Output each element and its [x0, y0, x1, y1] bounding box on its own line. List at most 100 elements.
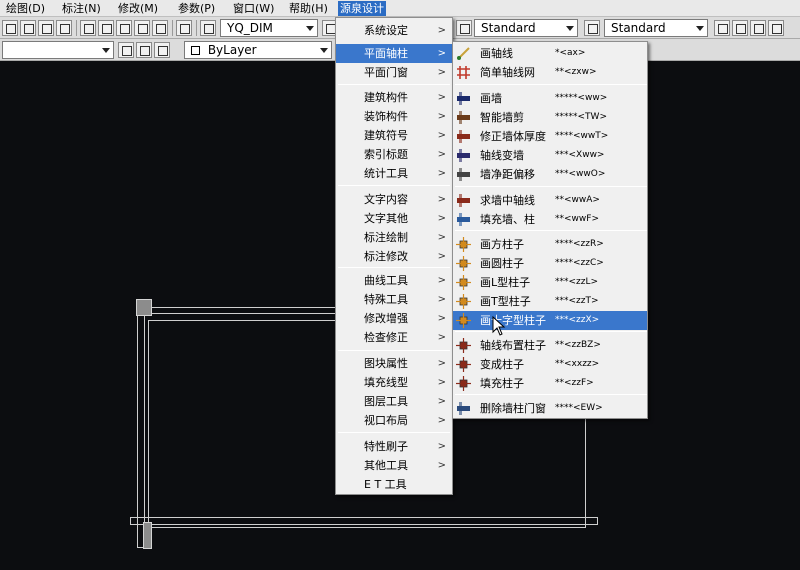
- sheet-set-icon[interactable]: [134, 20, 150, 36]
- submenu-item-shortcut: **<zzBZ>: [555, 340, 601, 350]
- chevron-right-icon: >: [437, 194, 446, 205]
- menu-item-label: 其他工具: [364, 459, 408, 472]
- menu-separator: [455, 331, 647, 332]
- menu-item[interactable]: 图块属性 >: [336, 354, 452, 373]
- zoom-icon[interactable]: [2, 20, 18, 36]
- submenu-item-label: 画方柱子: [480, 238, 524, 251]
- submenu-item[interactable]: 画圆柱子 ****<zzC>: [453, 254, 647, 273]
- submenu-item[interactable]: 画墙 *****<ww>: [453, 89, 647, 108]
- menu-separator: [338, 267, 450, 268]
- menu-item[interactable]: 图层工具 >: [336, 392, 452, 411]
- submenu-item[interactable]: 轴线布置柱子 **<zzBZ>: [453, 336, 647, 355]
- dim-style-icon[interactable]: [200, 20, 216, 36]
- submenu-item[interactable]: 填充柱子 **<zzF>: [453, 374, 647, 393]
- layer-select[interactable]: [2, 41, 114, 59]
- menu-item[interactable]: 系统设定 >: [336, 21, 452, 40]
- layer-states-icon[interactable]: [136, 42, 152, 58]
- menu-item[interactable]: 其他工具 >: [336, 456, 452, 475]
- submenu-item[interactable]: 画L型柱子 ***<zzL>: [453, 273, 647, 292]
- menu-dimension[interactable]: 标注(N): [60, 1, 103, 16]
- submenu-item-shortcut: ***<Xww>: [555, 150, 605, 160]
- text-style-icon[interactable]: [456, 20, 472, 36]
- menu-item[interactable]: 标注修改 >: [336, 247, 452, 266]
- calculator-icon[interactable]: [152, 20, 168, 36]
- menu-item[interactable]: 检查修正 >: [336, 328, 452, 347]
- submenu-item[interactable]: 墙净距偏移 ***<wwO>: [453, 165, 647, 184]
- submenu-item[interactable]: 修正墙体厚度 ****<wwT>: [453, 127, 647, 146]
- menu-window[interactable]: 窗口(W): [231, 1, 276, 16]
- submenu-item[interactable]: 删除墙柱门窗 ****<EW>: [453, 399, 647, 418]
- color-select[interactable]: ByLayer: [184, 41, 332, 59]
- layout-icon[interactable]: [768, 20, 784, 36]
- menu-parameter[interactable]: 参数(P): [176, 1, 217, 16]
- menu-item[interactable]: 填充线型 >: [336, 373, 452, 392]
- menu-separator: [338, 350, 450, 351]
- menu-item[interactable]: 文字其他 >: [336, 209, 452, 228]
- viewport-icon[interactable]: [714, 20, 730, 36]
- l-column-icon: [456, 275, 471, 290]
- chevron-down-icon: [320, 48, 328, 53]
- submenu-item-shortcut: ****<EW>: [555, 403, 603, 413]
- table-style-icon[interactable]: [584, 20, 600, 36]
- submenu-item[interactable]: 填充墙、柱 **<wwF>: [453, 210, 647, 229]
- submenu-item-shortcut: ****<zzC>: [555, 258, 604, 268]
- menu-item[interactable]: 特殊工具 >: [336, 290, 452, 309]
- menu-item[interactable]: 建筑符号 >: [336, 126, 452, 145]
- text-style-select[interactable]: Standard: [474, 19, 578, 37]
- menu-item[interactable]: 视口布局 >: [336, 411, 452, 430]
- menu-separator: [338, 432, 450, 433]
- submenu-item-label: 画轴线: [480, 47, 513, 60]
- column-top-left: [136, 299, 152, 316]
- menu-item-label: 填充线型: [364, 376, 408, 389]
- submenu-item[interactable]: 简单轴线网 **<zxw>: [453, 63, 647, 82]
- layer-match-icon[interactable]: [154, 42, 170, 58]
- menu-item-label: 系统设定: [364, 24, 408, 37]
- menu-yuanquan-design[interactable]: 源泉设计: [338, 1, 386, 16]
- menu-item[interactable]: E T 工具: [336, 475, 452, 494]
- help-icon[interactable]: [176, 20, 192, 36]
- menu-item-label: 标注修改: [364, 250, 408, 263]
- viewport-scale-icon[interactable]: [750, 20, 766, 36]
- menu-item-label: 平面轴柱: [364, 47, 408, 60]
- submenu-item-label: 简单轴线网: [480, 66, 535, 79]
- submenu-item[interactable]: 画T型柱子 ***<zzT>: [453, 292, 647, 311]
- submenu-item[interactable]: 智能墙剪 *****<TW>: [453, 108, 647, 127]
- menu-help[interactable]: 帮助(H): [287, 1, 330, 16]
- menu-item[interactable]: 修改增强 >: [336, 309, 452, 328]
- menu-draw[interactable]: 绘图(D): [4, 1, 47, 16]
- menu-item[interactable]: 标注绘制 >: [336, 228, 452, 247]
- menu-item[interactable]: 文字内容 >: [336, 190, 452, 209]
- submenu-item[interactable]: 画方柱子 ****<zzR>: [453, 235, 647, 254]
- submenu-item[interactable]: 轴线变墙 ***<Xww>: [453, 146, 647, 165]
- axis-to-wall-icon: [456, 148, 471, 163]
- menu-item-label: 建筑符号: [364, 129, 408, 142]
- menu-separator: [455, 84, 647, 85]
- menu-item[interactable]: 曲线工具 >: [336, 271, 452, 290]
- menu-item[interactable]: 特性刷子 >: [336, 437, 452, 456]
- zoom-window-icon[interactable]: [38, 20, 54, 36]
- table-style-select[interactable]: Standard: [604, 19, 708, 37]
- submenu-item[interactable]: 画十字型柱子 ***<zzX>: [453, 311, 647, 330]
- menu-item[interactable]: 建筑构件 >: [336, 88, 452, 107]
- submenu-item[interactable]: 求墙中轴线 **<wwA>: [453, 191, 647, 210]
- menu-item[interactable]: 平面轴柱 >: [336, 44, 452, 63]
- submenu-item-shortcut: *****<ww>: [555, 93, 608, 103]
- tool-palettes-icon[interactable]: [116, 20, 132, 36]
- menu-item-label: 修改增强: [364, 312, 408, 325]
- submenu-item[interactable]: 变成柱子 **<xxzz>: [453, 355, 647, 374]
- menu-modify[interactable]: 修改(M): [116, 1, 160, 16]
- submenu-item[interactable]: 画轴线 *<ax>: [453, 44, 647, 63]
- menu-item[interactable]: 平面门窗 >: [336, 63, 452, 82]
- zoom-prev-icon[interactable]: [56, 20, 72, 36]
- properties-icon[interactable]: [80, 20, 96, 36]
- menu-item[interactable]: 索引标题 >: [336, 145, 452, 164]
- pan-icon[interactable]: [20, 20, 36, 36]
- chevron-right-icon: >: [437, 48, 446, 59]
- menu-item[interactable]: 统计工具 >: [336, 164, 452, 183]
- viewport-clip-icon[interactable]: [732, 20, 748, 36]
- layer-previous-icon[interactable]: [118, 42, 134, 58]
- menu-item[interactable]: 装饰构件 >: [336, 107, 452, 126]
- dim-style-select[interactable]: YQ_DIM: [220, 19, 318, 37]
- menu-item-label: 索引标题: [364, 148, 408, 161]
- design-center-icon[interactable]: [98, 20, 114, 36]
